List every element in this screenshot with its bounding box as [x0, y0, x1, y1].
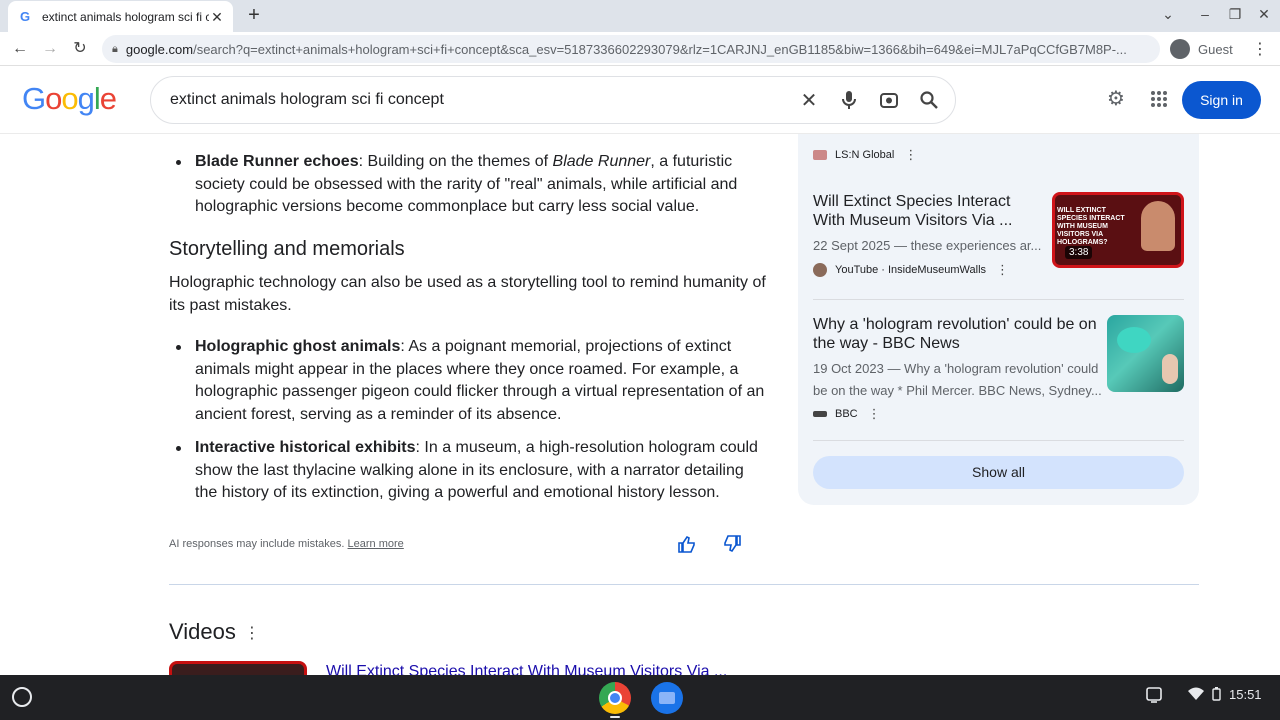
thumbs-up-icon[interactable] — [677, 534, 699, 556]
show-all-button[interactable]: Show all — [813, 456, 1184, 489]
ai-disclaimer: AI responses may include mistakes. Learn… — [169, 538, 404, 550]
list-item: Interactive historical exhibits: In a mu… — [169, 437, 759, 505]
launcher-icon[interactable] — [12, 687, 32, 707]
divider — [169, 584, 1199, 585]
tab-title: extinct animals hologram sci fi c — [42, 9, 209, 24]
sign-in-button[interactable]: Sign in — [1182, 81, 1261, 119]
thumbnail-text: WILL EXTINCT SPECIES INTERACT WITH MUSEU… — [1057, 207, 1125, 246]
more-options-icon[interactable]: ⋮ — [868, 406, 881, 422]
source-row[interactable]: LS:N Global ⋮ — [813, 147, 917, 163]
video-thumbnail[interactable] — [169, 661, 307, 675]
source-card[interactable]: Why a 'hologram revolution' could be on … — [813, 315, 1103, 422]
microphone-icon[interactable] — [829, 80, 869, 120]
reload-icon[interactable]: ↻ — [68, 37, 92, 61]
card-title[interactable]: Why a 'hologram revolution' could be on … — [813, 315, 1103, 353]
card-title[interactable]: Will Extinct Species Interact With Museu… — [813, 192, 1038, 230]
camera-search-icon[interactable] — [869, 80, 909, 120]
avatar — [1170, 39, 1190, 59]
battery-icon[interactable] — [1212, 687, 1221, 704]
thumbs-down-icon[interactable] — [722, 534, 744, 556]
search-input[interactable]: extinct animals hologram sci fi concept … — [150, 76, 956, 124]
clock[interactable]: 15:51 — [1229, 687, 1262, 702]
close-tab-icon[interactable]: ✕ — [209, 9, 225, 25]
restore-icon[interactable]: ❐ — [1225, 6, 1245, 23]
source-favicon-icon — [813, 150, 827, 160]
card-meta: 19 Oct 2023 — Why a 'hologram revolution… — [813, 361, 1102, 398]
search-query: extinct animals hologram sci fi concept — [170, 91, 444, 108]
list-item: Blade Runner echoes: Building on the the… — [169, 151, 759, 219]
youtube-channel-icon — [813, 263, 827, 277]
presenter-image — [1141, 201, 1175, 251]
os-shelf: 15:51 — [0, 675, 1280, 720]
url-text: google.com/search?q=extinct+animals+holo… — [125, 41, 1127, 57]
videos-heading: Videos — [169, 619, 236, 644]
divider — [813, 299, 1184, 300]
source-name: BBC — [835, 408, 858, 420]
sources-panel: LS:N Global ⋮ Will Extinct Species Inter… — [798, 134, 1199, 505]
clear-icon[interactable]: ✕ — [789, 80, 829, 120]
person-image — [1162, 354, 1178, 384]
browser-menu-icon[interactable]: ⋮ — [1252, 39, 1268, 59]
active-app-indicator — [610, 716, 620, 718]
wifi-icon[interactable] — [1188, 687, 1204, 704]
chameleon-image — [1117, 327, 1151, 353]
source-name: LS:N Global — [835, 149, 895, 161]
article-thumbnail[interactable] — [1107, 315, 1184, 392]
search-icon[interactable] — [909, 80, 949, 120]
more-options-icon[interactable]: ⋮ — [996, 262, 1009, 278]
list-item: Holographic ghost animals: As a poignant… — [169, 336, 769, 426]
screen-capture-icon[interactable] — [1145, 686, 1163, 707]
new-tab-button[interactable]: + — [242, 4, 266, 28]
files-icon[interactable] — [651, 682, 683, 714]
video-duration: 3:38 — [1065, 246, 1093, 259]
video-thumbnail[interactable]: WILL EXTINCT SPECIES INTERACT WITH MUSEU… — [1052, 192, 1184, 268]
source-name: YouTube · InsideMuseumWalls — [835, 264, 987, 276]
forward-icon[interactable]: → — [38, 37, 62, 61]
settings-icon[interactable]: ⚙ — [1104, 87, 1128, 111]
source-card[interactable]: Will Extinct Species Interact With Museu… — [813, 192, 1042, 278]
chrome-icon[interactable] — [599, 682, 631, 714]
browser-tab[interactable]: G extinct animals hologram sci fi c ✕ — [8, 1, 233, 32]
card-meta: 22 Sept 2025 — these experiences ar... — [813, 238, 1042, 253]
apps-icon[interactable] — [1147, 87, 1171, 111]
more-options-icon[interactable]: ⋮ — [244, 623, 260, 643]
tab-strip: G extinct animals hologram sci fi c ✕ + … — [0, 0, 1280, 32]
minimize-icon[interactable]: – — [1195, 6, 1215, 22]
search-header: Google extinct animals hologram sci fi c… — [0, 67, 1280, 134]
back-icon[interactable]: ← — [8, 37, 32, 61]
browser-toolbar: ← → ↻ 🔒︎ google.com/search?q=extinct+ani… — [0, 32, 1280, 66]
profile-button[interactable]: Guest — [1166, 36, 1242, 62]
google-logo[interactable]: Google — [22, 81, 117, 117]
divider — [813, 440, 1184, 441]
site-info-icon[interactable]: 🔒︎ — [112, 43, 118, 56]
bbc-favicon-icon — [813, 411, 827, 417]
learn-more-link[interactable]: Learn more — [348, 538, 404, 550]
source-row[interactable]: BBC ⋮ — [813, 406, 1103, 422]
more-options-icon[interactable]: ⋮ — [904, 147, 917, 163]
source-row[interactable]: YouTube · InsideMuseumWalls ⋮ — [813, 262, 1038, 278]
section-heading: Storytelling and memorials — [169, 238, 405, 260]
section-paragraph: Holographic technology can also be used … — [169, 274, 766, 314]
profile-label: Guest — [1198, 41, 1233, 57]
close-window-icon[interactable]: ✕ — [1254, 6, 1274, 23]
google-favicon-icon: G — [20, 8, 31, 24]
tab-search-icon[interactable]: ⌄ — [1158, 6, 1178, 23]
address-bar[interactable]: 🔒︎ google.com/search?q=extinct+animals+h… — [102, 35, 1160, 63]
